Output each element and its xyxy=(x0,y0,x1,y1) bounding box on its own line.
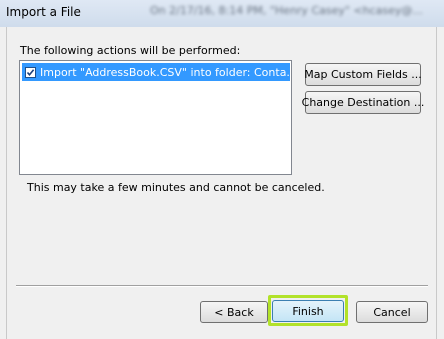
frame-border-right xyxy=(436,27,437,339)
list-item-label: Import "AddressBook.CSV" into folder: Co… xyxy=(40,65,290,79)
title-bar[interactable]: Import a File On 2/17/16, 8:14 PM, "Henr… xyxy=(0,0,444,27)
map-custom-fields-button[interactable]: Map Custom Fields ... xyxy=(304,63,422,86)
separator xyxy=(16,285,428,287)
actions-list[interactable]: Import "AddressBook.CSV" into folder: Co… xyxy=(19,60,292,175)
checkmark-icon xyxy=(26,68,35,76)
background-window-caption: On 2/17/16, 8:14 PM, "Henry Casey" <hcas… xyxy=(150,4,423,17)
warning-note: This may take a few minutes and cannot b… xyxy=(27,181,325,194)
finish-button[interactable]: Finish xyxy=(272,300,344,322)
checkbox[interactable] xyxy=(25,66,36,78)
window-title: Import a File xyxy=(6,5,81,19)
change-destination-button[interactable]: Change Destination ... xyxy=(302,91,424,114)
actions-heading: The following actions will be performed: xyxy=(20,44,241,57)
list-item[interactable]: Import "AddressBook.CSV" into folder: Co… xyxy=(22,63,290,81)
import-file-dialog: Import a File On 2/17/16, 8:14 PM, "Henr… xyxy=(0,0,444,339)
back-button[interactable]: < Back xyxy=(200,301,268,323)
frame-border-left xyxy=(6,27,7,339)
cancel-button[interactable]: Cancel xyxy=(356,301,428,323)
